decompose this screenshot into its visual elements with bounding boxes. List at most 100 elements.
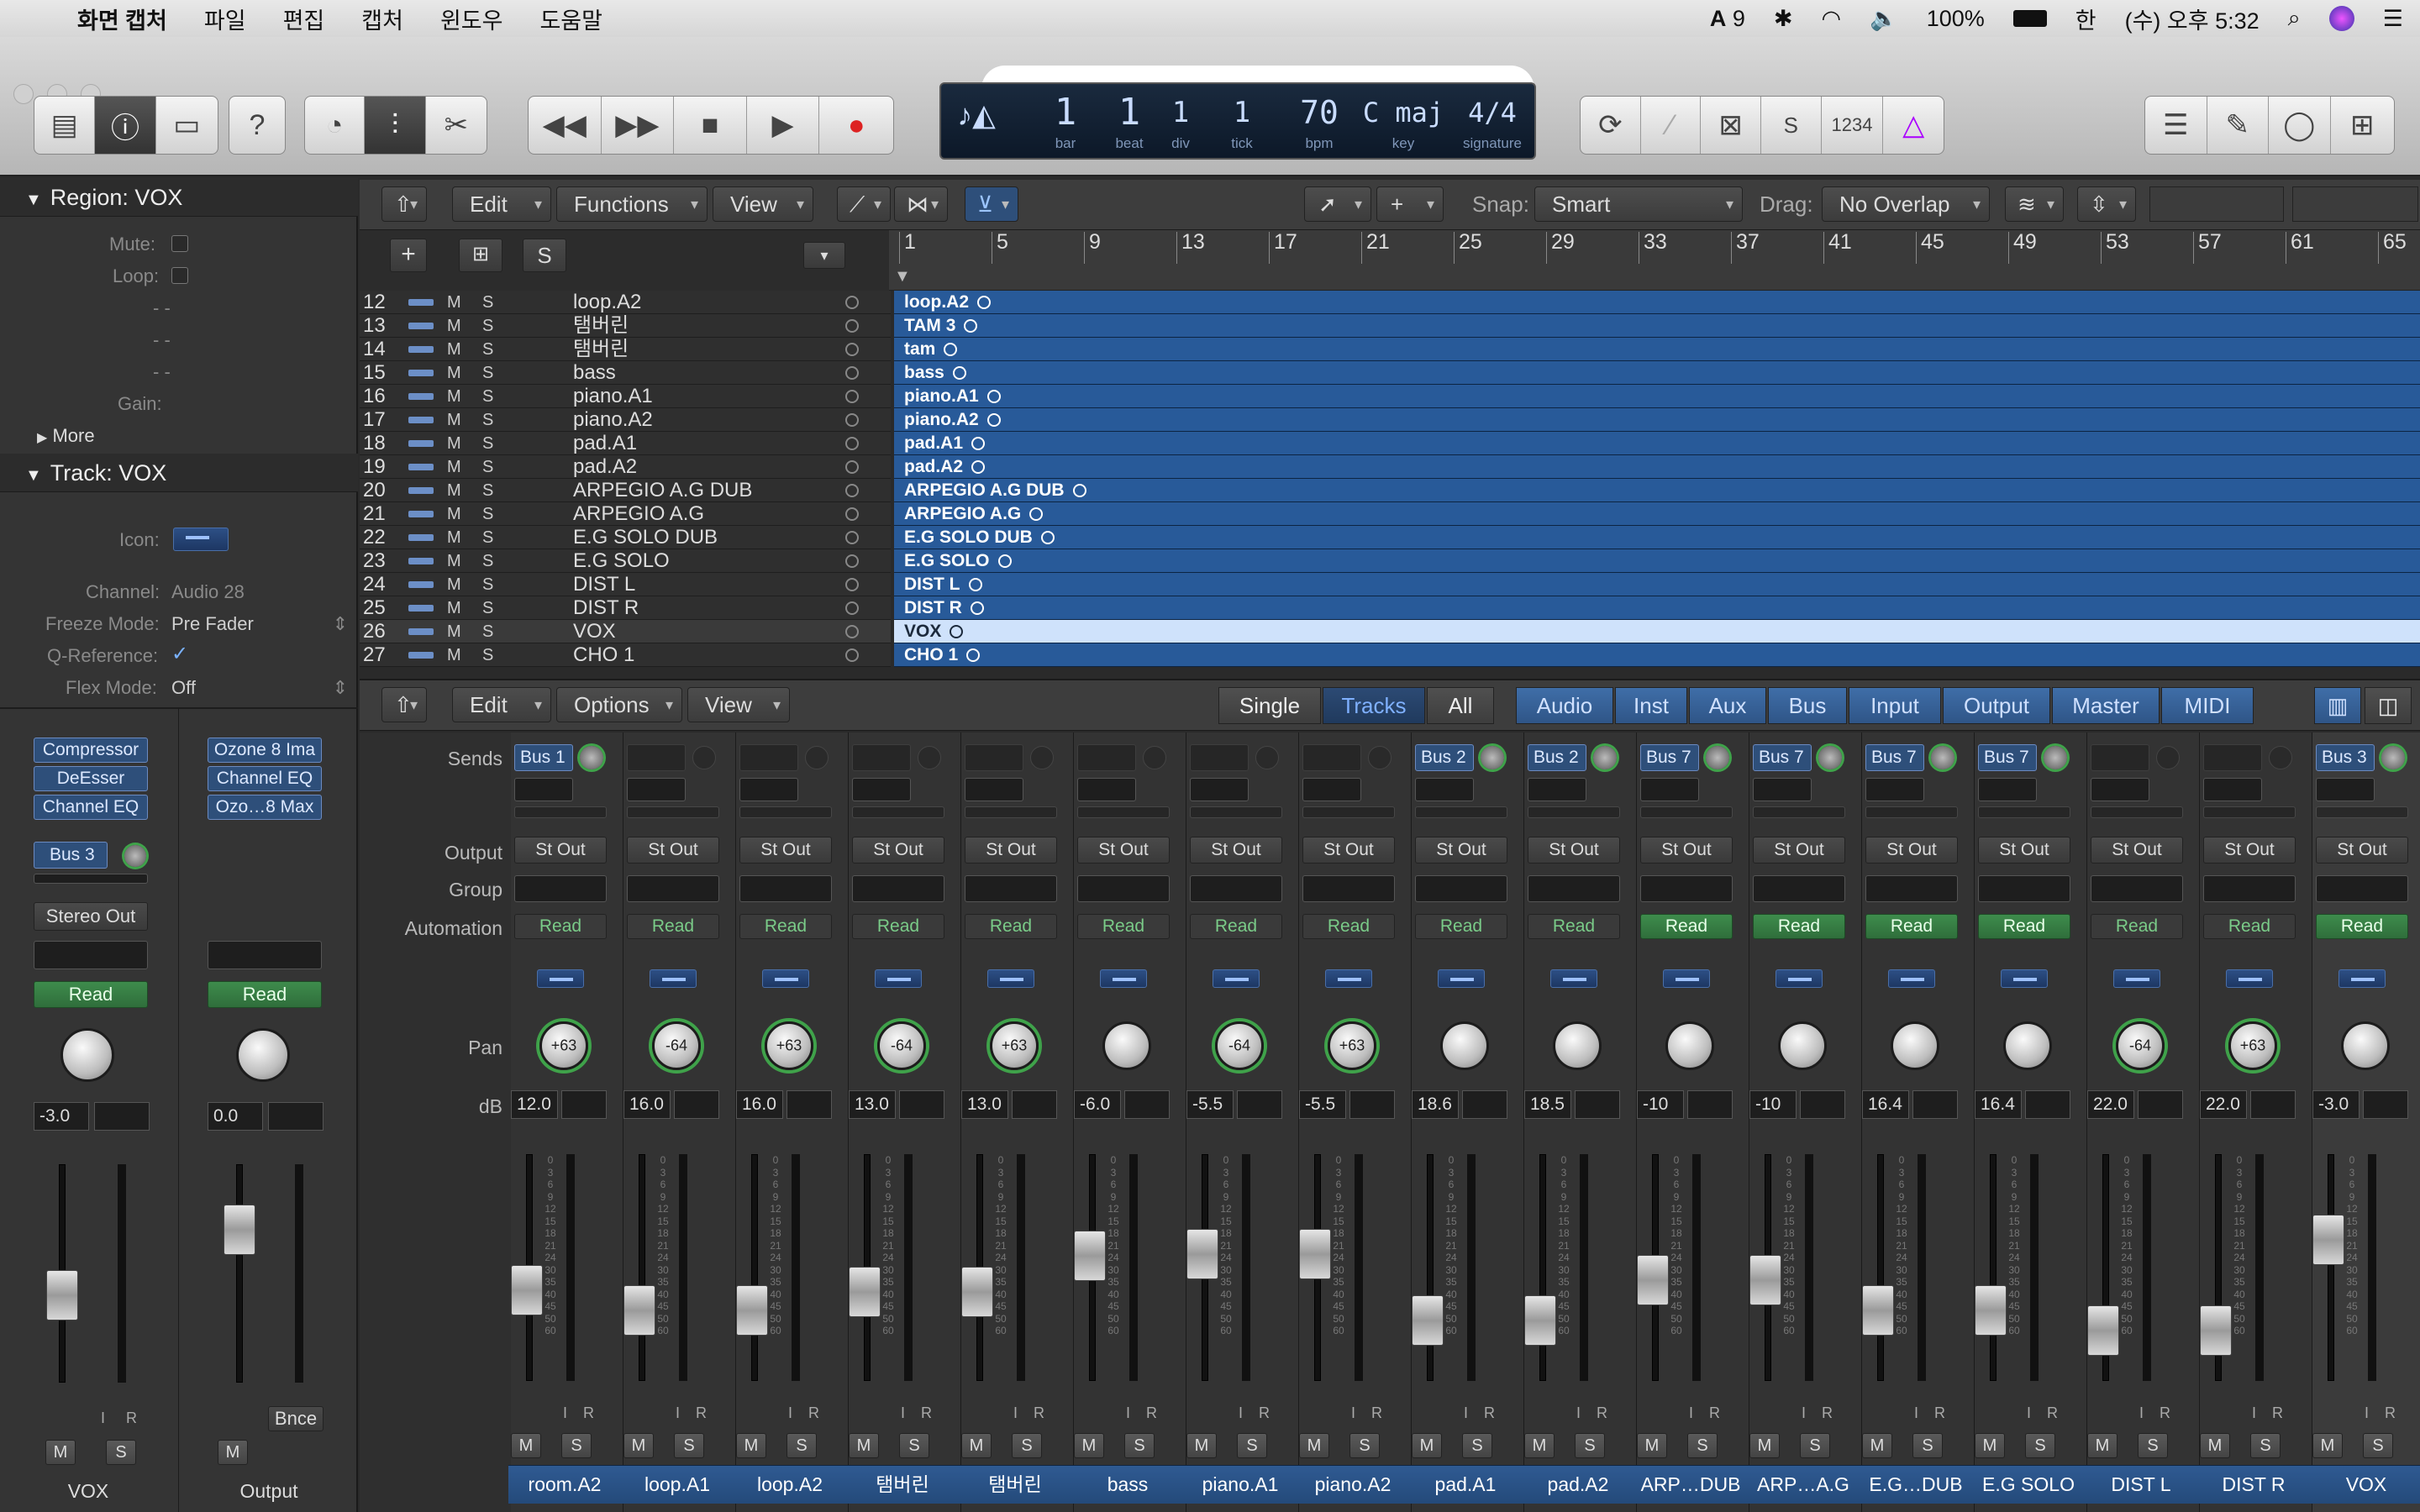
region[interactable]: bass <box>894 361 2420 385</box>
automation-mode-button[interactable]: Read <box>2203 914 2296 939</box>
output-slot[interactable]: St Out <box>1415 837 1507 864</box>
solo-button[interactable]: S <box>2363 1433 2393 1458</box>
solo-button[interactable]: S <box>2250 1433 2281 1458</box>
library-icon[interactable]: ▤ <box>34 97 96 154</box>
send-level-knob[interactable] <box>805 746 829 769</box>
track-mute-button[interactable]: M <box>447 622 461 642</box>
automation-icon[interactable]: ⟋ <box>837 186 891 222</box>
count-in-button[interactable]: 1234 <box>1822 97 1884 154</box>
mute-button[interactable]: M <box>849 1433 879 1458</box>
track-name[interactable]: loop.A2 <box>573 291 641 313</box>
track-waveform-icon[interactable] <box>1325 969 1372 988</box>
track-waveform-icon[interactable] <box>1213 969 1260 988</box>
record-enable-button[interactable]: R <box>2047 1404 2058 1422</box>
input-monitor-button[interactable]: I <box>1914 1404 1918 1422</box>
input-monitor-button[interactable]: I <box>563 1404 567 1422</box>
pointer-tool-icon[interactable]: ➚ <box>1304 186 1371 222</box>
send-slot[interactable] <box>965 744 1023 771</box>
empty-send-slot[interactable] <box>2091 806 2183 818</box>
strip-name[interactable]: bass <box>1071 1465 1184 1504</box>
disclosure-triangle-icon[interactable]: ▼ <box>25 466 42 485</box>
empty-send-slot[interactable] <box>1865 778 1924 801</box>
filter-audio[interactable]: Audio <box>1516 687 1613 724</box>
empty-send-slot[interactable] <box>852 778 911 801</box>
track-mute-button[interactable]: M <box>447 528 461 548</box>
empty-send-slot[interactable] <box>627 778 686 801</box>
region[interactable]: pad.A2 <box>894 455 2420 479</box>
track-solo-button[interactable]: S <box>482 622 493 642</box>
strip-name[interactable]: 탬버린 <box>959 1465 1071 1504</box>
track-solo-button[interactable]: S <box>482 504 493 524</box>
input-monitor-button[interactable]: I <box>1013 1404 1018 1422</box>
menu-window[interactable]: 윈도우 <box>422 3 522 35</box>
volume-db[interactable]: 13.0 <box>961 1090 1008 1119</box>
volume-fader[interactable] <box>1749 1255 1781 1305</box>
record-enable-button[interactable]: R <box>2160 1404 2170 1422</box>
empty-send-slot[interactable] <box>627 806 719 818</box>
volume-db[interactable]: 22.0 <box>2200 1090 2247 1119</box>
automation-mode-button[interactable]: Read <box>965 914 1057 939</box>
menu-app-name[interactable]: 화면 캡처 <box>59 3 186 35</box>
plugin-slot[interactable]: Channel EQ <box>208 766 322 791</box>
volume-fader[interactable] <box>623 1285 655 1336</box>
volume-db[interactable]: 16.4 <box>1862 1090 1909 1119</box>
volume-db[interactable]: 18.5 <box>1524 1090 1571 1119</box>
volume-fader[interactable] <box>2087 1305 2119 1356</box>
add-track-icon[interactable]: + <box>390 239 427 272</box>
adobe-status[interactable]: A 9 <box>1710 6 1745 32</box>
record-enable-button[interactable]: R <box>921 1404 932 1422</box>
strip-name[interactable]: room.A2 <box>508 1465 621 1504</box>
mute-button[interactable]: M <box>1299 1433 1329 1458</box>
flex-mode-select[interactable]: Off ⇕ <box>171 677 348 699</box>
lcd-signature[interactable]: 4/4 <box>1452 89 1533 136</box>
volume-fader[interactable] <box>2200 1305 2232 1356</box>
solo-button[interactable]: S <box>899 1433 929 1458</box>
track-record-enable-button[interactable] <box>845 460 859 474</box>
track-inspector-header[interactable]: ▼ Track: VOX <box>0 454 358 492</box>
send-level-knob[interactable] <box>1255 746 1279 769</box>
pan-knob[interactable] <box>1102 1021 1151 1070</box>
send-level-knob[interactable] <box>1143 746 1166 769</box>
track-solo-button[interactable]: S <box>482 551 493 571</box>
send-slot[interactable] <box>2091 744 2149 771</box>
track-solo-button[interactable]: S <box>482 528 493 548</box>
strip-name[interactable]: piano.A1 <box>1184 1465 1297 1504</box>
track-name[interactable]: pad.A2 <box>573 455 637 478</box>
pan-knob[interactable]: +63 <box>539 1021 588 1070</box>
track-row[interactable]: 21 M S ARPEGIO A.G <box>360 502 891 526</box>
send-slot[interactable] <box>1190 744 1249 771</box>
track-row[interactable]: 18 M Spad.A1 <box>360 432 891 455</box>
group-slot[interactable] <box>2091 875 2183 902</box>
region[interactable]: E.G SOLO <box>894 549 2420 573</box>
volume-db[interactable]: -10 <box>1749 1090 1797 1119</box>
output-slot[interactable]: St Out <box>1640 837 1733 864</box>
list-editors-icon[interactable]: ☰ <box>2145 97 2207 154</box>
region[interactable]: pad.A1 <box>894 432 2420 455</box>
track-waveform-icon[interactable] <box>762 969 809 988</box>
wide-strips-icon[interactable]: ◫ <box>2365 687 2412 724</box>
automation-mode-button[interactable]: Read <box>208 981 322 1008</box>
track-waveform-icon[interactable] <box>650 969 697 988</box>
send-level-knob[interactable] <box>1030 746 1054 769</box>
send-level-knob[interactable] <box>1593 746 1617 769</box>
send-level-knob[interactable] <box>692 746 716 769</box>
track-row[interactable]: 23 M S E.G SOLO <box>360 549 891 573</box>
track-row[interactable]: 16 M Spiano.A1 <box>360 385 891 408</box>
volume-fader[interactable] <box>849 1267 881 1317</box>
region[interactable]: piano.A1 <box>894 385 2420 408</box>
group-slot[interactable] <box>739 875 832 902</box>
group-slot[interactable] <box>1753 875 1845 902</box>
track-row[interactable]: 27 M S CHO 1 <box>360 643 891 667</box>
disclosure-triangle-icon[interactable]: ▼ <box>25 191 42 209</box>
track-row[interactable]: 14 M S 탬버린 <box>360 338 891 361</box>
volume-fader[interactable] <box>224 1205 255 1255</box>
track-solo-button[interactable]: S <box>482 645 493 665</box>
track-row[interactable]: 12 M Sloop.A2 <box>360 291 891 314</box>
empty-send-slot[interactable] <box>2203 806 2296 818</box>
mute-button[interactable]: M <box>1637 1433 1667 1458</box>
track-mute-button[interactable]: M <box>447 316 461 336</box>
group-slot[interactable] <box>965 875 1057 902</box>
track-name[interactable]: pad.A1 <box>573 432 637 454</box>
output-slot[interactable]: St Out <box>2316 837 2408 864</box>
menu-file[interactable]: 파일 <box>186 3 265 35</box>
